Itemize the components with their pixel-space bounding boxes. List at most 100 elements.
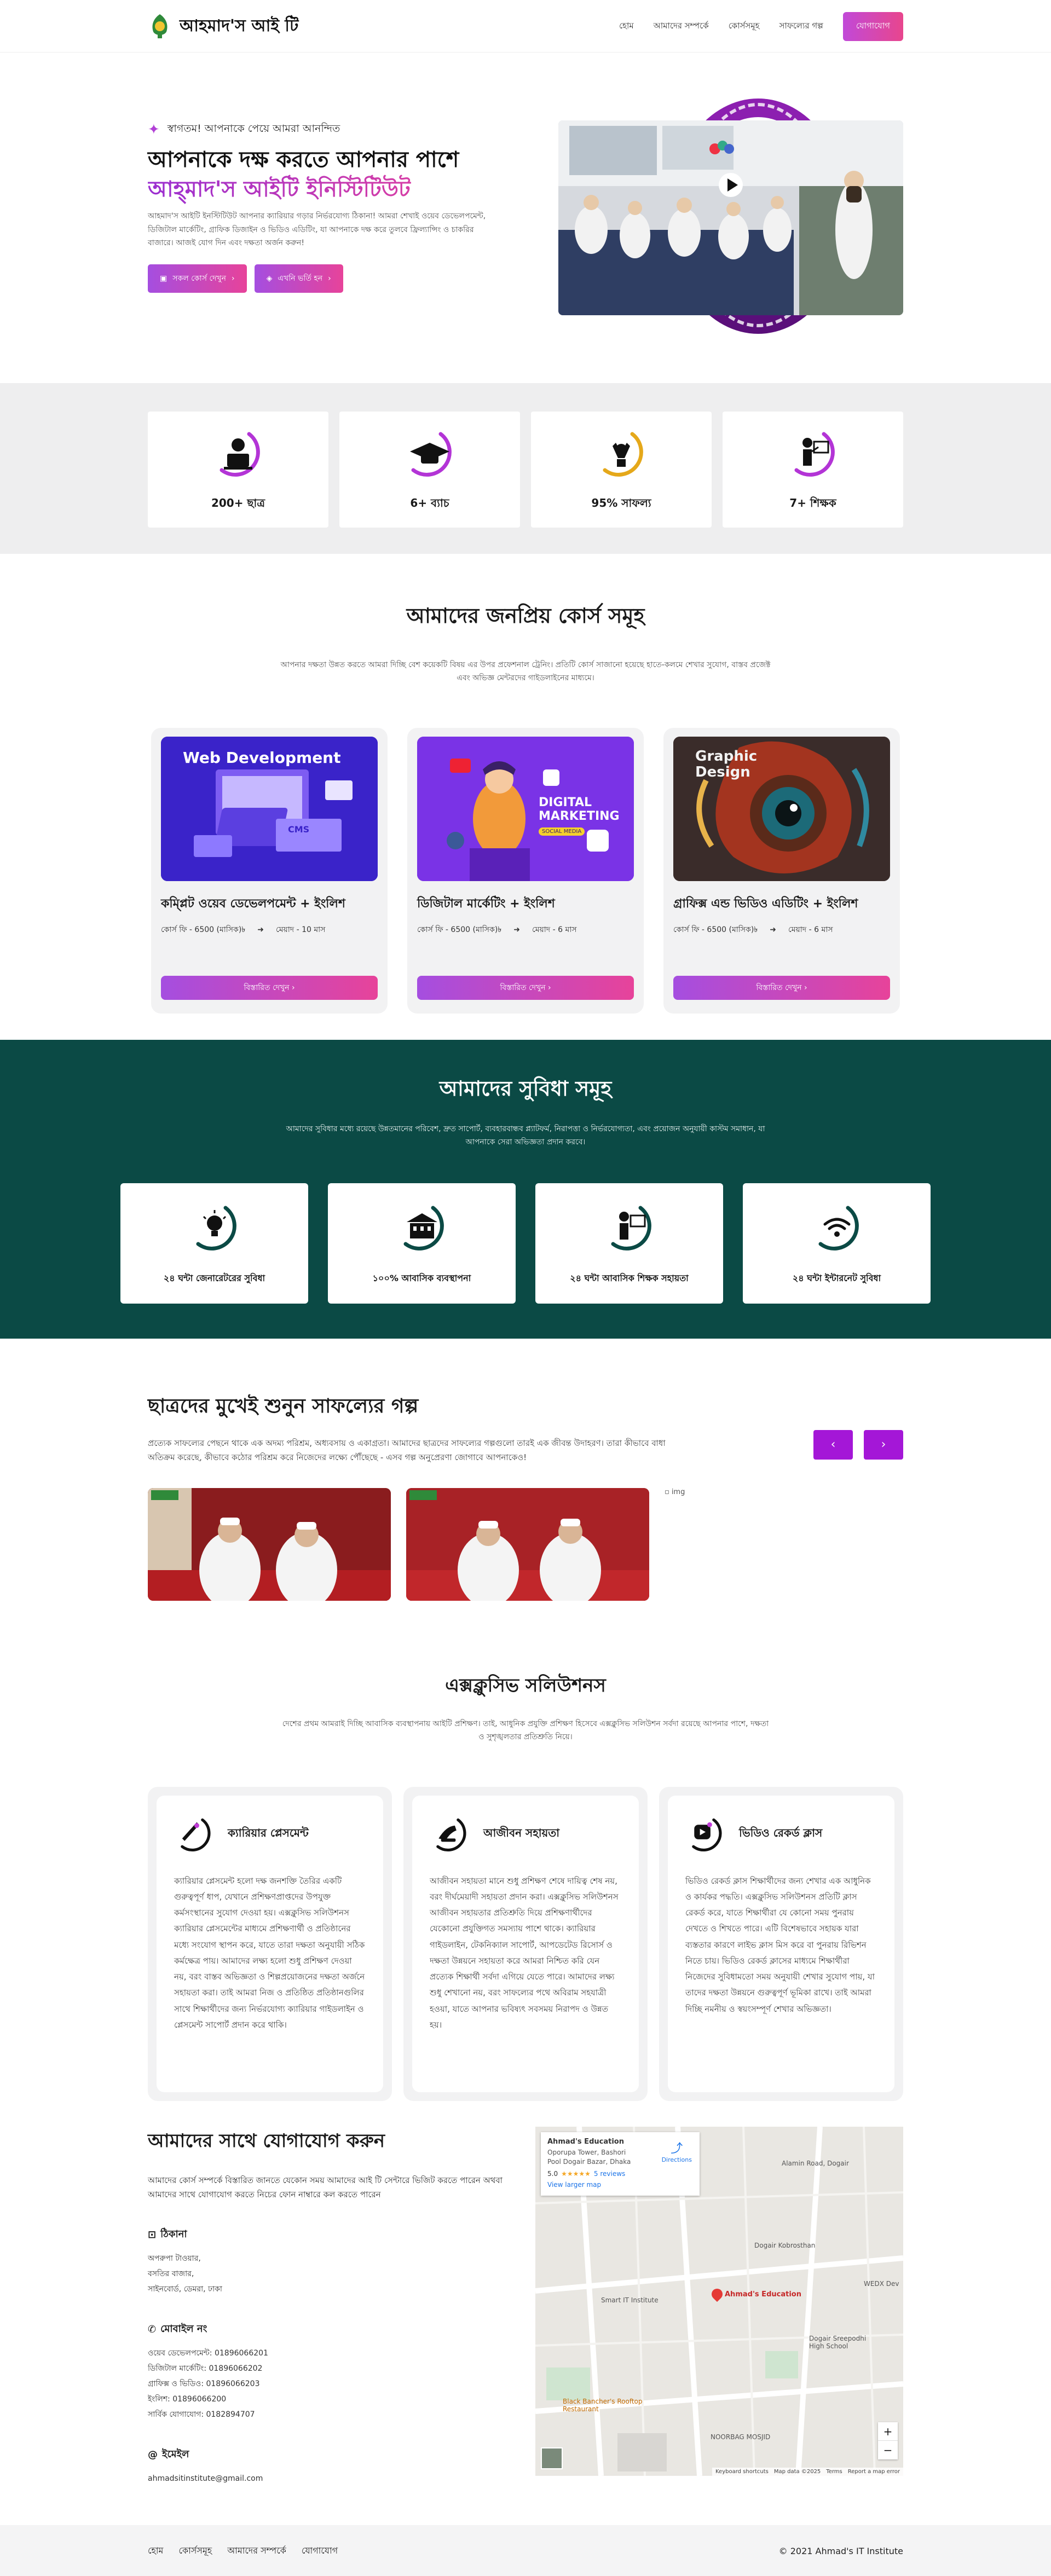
teacher-board-icon <box>794 432 835 477</box>
stat-value: 95% সাফল্য <box>591 496 651 510</box>
location-icon: ⊡ <box>148 2228 157 2241</box>
courses-section: আমাদের জনপ্রিয় কোর্স সমূহ আপনার দক্ষতা … <box>0 554 1051 1040</box>
map-footer-item[interactable]: Keyboard shortcuts <box>715 2469 769 2475</box>
course-details-button[interactable]: বিস্তারিত দেখুন › <box>673 975 890 1000</box>
footer-link-about[interactable]: আমাদের সম্পর্কে <box>227 2544 286 2558</box>
logo[interactable]: আহমাদ'স আই টি <box>148 13 298 40</box>
course-image-sublabel: CMS <box>288 824 310 835</box>
testimonial-video-2[interactable] <box>406 1487 649 1601</box>
broken-image-alt: img <box>671 1487 685 1496</box>
chevron-right-icon: › <box>881 1438 886 1451</box>
google-map[interactable]: Ahmad's Education Oporupa Tower, Bashori… <box>535 2127 903 2476</box>
chevron-right-icon: › <box>231 274 235 283</box>
map-place-address: Oporupa Tower, Bashori Pool Dogair Bazar… <box>547 2149 631 2166</box>
contact-description: আমাদের কোর্স সম্পর্কে বিস্তারিত জানতে যে… <box>148 2175 503 2200</box>
nav-success[interactable]: সাফল্যের গল্প <box>779 20 823 33</box>
phone-line: ডিজিটাল মার্কেটিং: 01896066202 <box>148 2364 263 2373</box>
map-directions[interactable]: ⤴ Directions <box>662 2139 692 2163</box>
facility-label: ২৪ ঘন্টা আবাসিক শিক্ষক সহায়তা <box>570 1273 689 1284</box>
courses-title: আমাদের জনপ্রিয় কোর্স সমূহ <box>406 604 645 628</box>
stat-card: 6+ ব্যাচ <box>339 412 520 528</box>
graduation-cap-icon <box>410 432 452 477</box>
classroom-video[interactable] <box>558 120 903 315</box>
exclusive-description: দেশের প্রথম আমরাই দিচ্ছি আবাসিক ব্যবস্থা… <box>282 1720 769 1741</box>
phone-line: ওয়েব ডেভেলপমেন্ট: 01896066201 <box>148 2348 268 2358</box>
testimonial-video-1[interactable] <box>148 1487 391 1601</box>
course-card-graphic: Graphic Design গ্রাফিক্স এন্ড ভিডিও এডিট… <box>663 727 900 1014</box>
map-marker[interactable]: Ahmad's Education <box>709 2286 801 2302</box>
map-info-card: Ahmad's Education Oporupa Tower, Bashori… <box>541 2132 700 2196</box>
course-card-web: Web Development CMS কম্প্লিট ওয়েব ডেভেল… <box>151 727 388 1014</box>
footer-link-contact[interactable]: যোগাযোগ <box>302 2544 338 2558</box>
all-courses-button[interactable]: ▣ সকল কোর্স দেখুন › <box>148 264 247 293</box>
solution-body: আজীবন সহায়তা মানে শুধু প্রশিক্ষণ শেষে দ… <box>430 1875 619 2030</box>
all-courses-label: সকল কোর্স দেখুন <box>172 274 226 283</box>
logo-emblem-icon <box>152 14 168 38</box>
map-marker-label: Ahmad's Education <box>725 2290 801 2299</box>
map-thumbnail[interactable] <box>541 2447 563 2469</box>
carousel-next-button[interactable]: › <box>864 1429 903 1460</box>
solution-card: ভিডিও রেকর্ড ক্লাস ভিডিও রেকর্ড ক্লাস শিক… <box>659 1786 903 2101</box>
enroll-now-button[interactable]: ◈ এখনি ভর্তি হন › <box>254 264 343 293</box>
facility-card: ২৪ ঘন্টা ইন্টারনেট সুবিধা <box>743 1183 931 1304</box>
solution-icon-wrap <box>685 1814 722 1851</box>
footer-link-courses[interactable]: কোর্সসমূহ <box>178 2544 212 2558</box>
hero-media <box>558 99 903 334</box>
zoom-out-button[interactable]: − <box>878 2441 898 2459</box>
course-details-button[interactable]: বিস্তারিত দেখুন › <box>161 975 378 1000</box>
course-image-sublabel: SOCIAL MEDIA <box>539 827 585 836</box>
facility-card: ২৪ ঘন্টা জেনারেটরের সুবিধা <box>120 1183 308 1304</box>
cap-icon: ◈ <box>266 274 273 283</box>
map-footer-item[interactable]: Report a map error <box>848 2469 900 2475</box>
zoom-in-button[interactable]: + <box>878 2422 898 2441</box>
directions-icon: ⤴ <box>671 2142 683 2156</box>
email-link[interactable]: ahmadsitinstitute@gmail.com <box>148 2474 263 2483</box>
main-nav: হোম আমাদের সম্পর্কে কোর্সসমূহ সাফল্যের গ… <box>619 11 903 41</box>
nav-about[interactable]: আমাদের সম্পর্কে <box>654 20 709 33</box>
details-label: বিস্তারিত দেখুন <box>500 983 546 992</box>
course-card-marketing: DIGITAL MARKETING SOCIAL MEDIA ডিজিটাল ম… <box>407 727 644 1014</box>
course-image-web: Web Development CMS <box>161 736 378 881</box>
map-zoom-controls: + − <box>878 2422 898 2459</box>
facility-icon-wrap <box>810 1200 864 1257</box>
course-fee: কোর্স ফি - 6500 (মাসিক)৳ <box>673 925 758 934</box>
at-icon: @ <box>148 2448 158 2461</box>
stat-icon-wrap <box>402 426 457 481</box>
carousel-prev-button[interactable]: ‹ <box>813 1429 853 1460</box>
chevron-right-icon: › <box>804 983 807 992</box>
address-line: সাইনবোর্ড, ডেমরা, ঢাকা <box>148 2284 222 2294</box>
stat-value: 6+ ব্যাচ <box>410 496 449 510</box>
exclusive-title: এক্সক্লুসিভ সলিউশনস <box>445 1675 606 1697</box>
address-text: অপরুপা টাওয়ার, বসতির বাজার, সাইনবোর্ড, … <box>148 2251 520 2297</box>
map-attribution: Keyboard shortcuts Map data ©2025 Terms … <box>712 2468 903 2476</box>
details-label: বিস্তারিত দেখুন <box>756 983 802 992</box>
course-image-marketing: DIGITAL MARKETING SOCIAL MEDIA <box>417 736 634 881</box>
directions-label: Directions <box>661 2156 692 2163</box>
facility-card: ২৪ ঘন্টা আবাসিক শিক্ষক সহায়তা <box>535 1183 723 1304</box>
facility-icon-wrap <box>395 1200 449 1257</box>
contact-button[interactable]: যোগাযোগ <box>842 11 903 41</box>
course-details-button[interactable]: বিস্তারিত দেখুন › <box>417 975 634 1000</box>
success-description: প্রত্যেক সাফল্যের পেছনে থাকে এক অদম্য পর… <box>148 1438 666 1463</box>
nav-courses[interactable]: কোর্সসমূহ <box>729 20 760 33</box>
map-label: WEDX Dev <box>864 2280 899 2288</box>
map-reviews-link[interactable]: 5 reviews <box>594 2170 625 2178</box>
footer-link-home[interactable]: হোম <box>148 2544 163 2558</box>
stat-value: 7+ শিক্ষক <box>789 496 836 510</box>
welcome-text: স্বাগতম! আপনাকে পেয়ে আমরা আনন্দিত <box>167 123 340 135</box>
success-stories-section: ছাত্রদের মুখেই শুনুন সাফল্যের গল্প প্রত্… <box>0 1339 1051 1651</box>
phone-heading: মোবাইল নং <box>160 2323 207 2335</box>
details-label: বিস্তারিত দেখুন <box>244 983 290 992</box>
hero-section: ✦ স্বাগতম! আপনাকে পেয়ে আমরা আনন্দিত আপন… <box>0 53 1051 383</box>
facilities-title: আমাদের সুবিধা সমূহ <box>439 1076 612 1101</box>
facility-card: ১০০% আবাসিক ব্যবস্থাপনা <box>328 1183 516 1304</box>
map-footer-item[interactable]: Terms <box>826 2469 842 2475</box>
arrow-right-icon: ➜ <box>770 925 777 934</box>
course-duration: মেয়াদ - 6 মাস <box>532 925 577 934</box>
classroom-photo <box>558 120 903 315</box>
map-larger-link[interactable]: View larger map <box>547 2181 693 2189</box>
nav-home[interactable]: হোম <box>619 20 634 33</box>
lightbulb-icon <box>196 1206 236 1251</box>
phone-line: গ্রাফিক্স ও ভিডিও: 01896066203 <box>148 2379 260 2388</box>
building-icon <box>403 1206 444 1251</box>
